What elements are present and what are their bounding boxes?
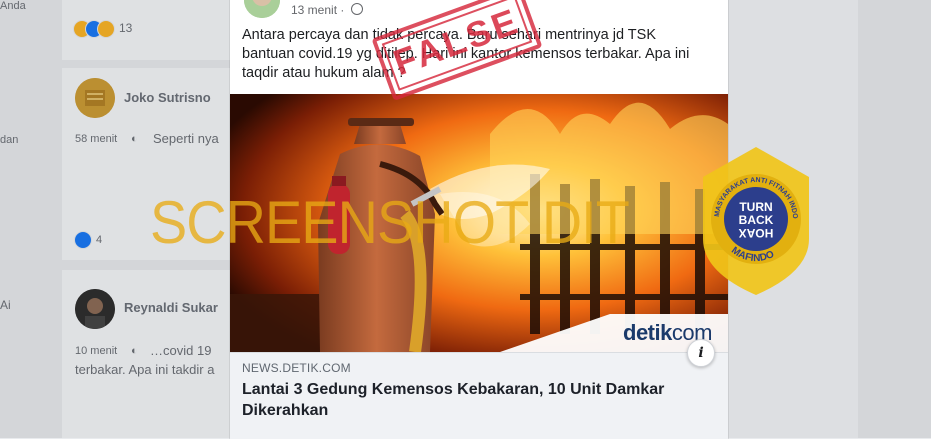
turnbackhoax-badge: TURN BACK HOAX MASYARAKAT ANTI FITNAH IN… (694, 142, 815, 295)
globe-icon (350, 3, 363, 15)
avatar[interactable] (244, 0, 280, 18)
badge-line2: BACK (739, 213, 774, 227)
link-domain: NEWS.DETIK.COM (242, 361, 351, 375)
link-preview[interactable]: i NEWS.DETIK.COM Lantai 3 Gedung Kemenso… (230, 339, 728, 439)
false-stamp: FALSE (371, 0, 543, 102)
badge-line3: HOAX (739, 226, 774, 240)
post-time[interactable]: 13 menit · (291, 3, 363, 17)
link-title[interactable]: Lantai 3 Gedung Kemensos Kebakaran, 10 U… (242, 379, 682, 421)
badge-line1: TURN (739, 200, 772, 214)
screenshot-watermark: SCREENSHOT DIT (150, 189, 630, 256)
detik-logo-brand: detik (623, 320, 672, 345)
info-icon[interactable]: i (687, 339, 715, 367)
post-time-label[interactable]: 13 menit (291, 3, 337, 17)
mafindo-shield-icon: TURN BACK HOAX MASYARAKAT ANTI FITNAH IN… (694, 142, 809, 295)
